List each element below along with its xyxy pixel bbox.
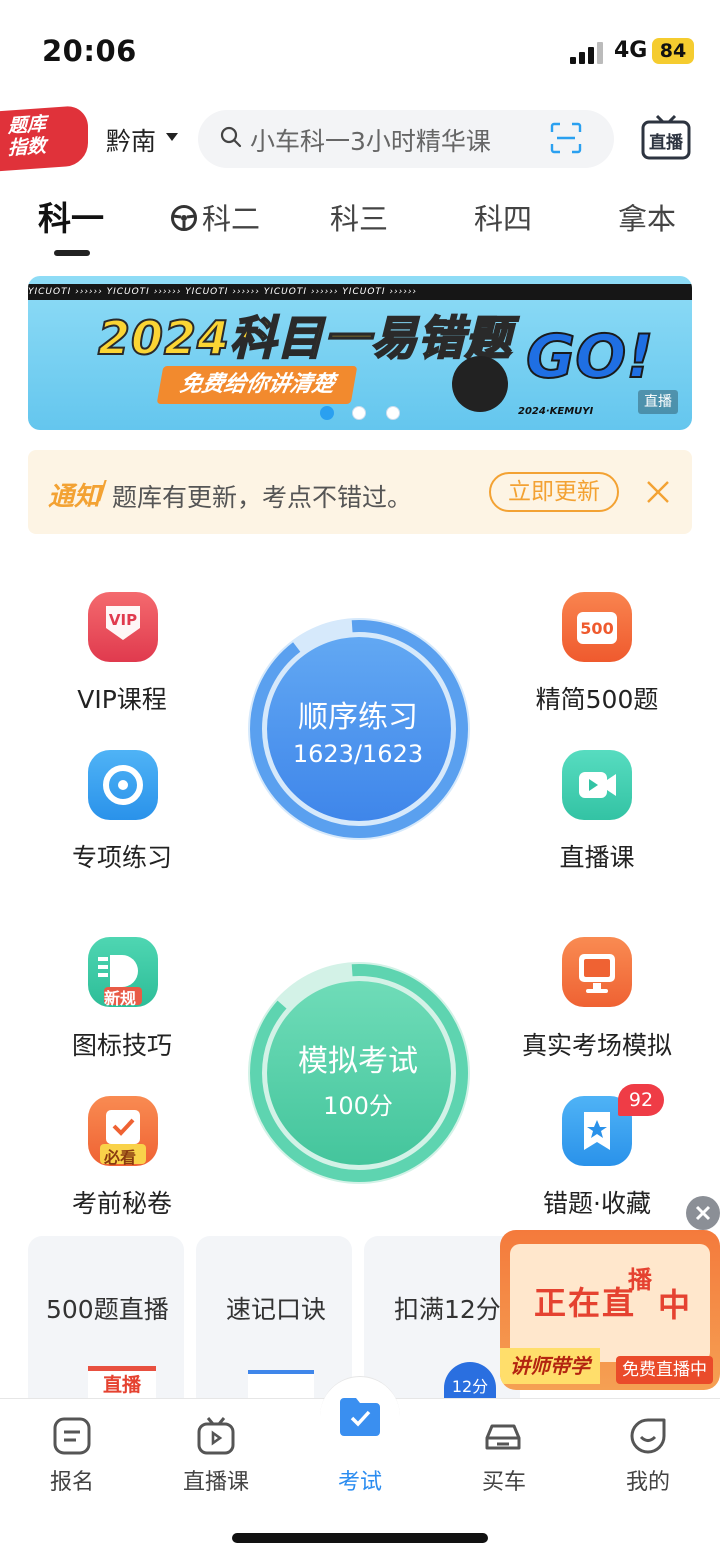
svg-text:VIP: VIP [109,611,137,629]
brand-line2: 指数 [8,134,47,160]
vip-icon[interactable]: VIP [88,592,158,662]
register-icon[interactable] [52,1416,92,1456]
special-practice-label[interactable]: 专项练习 [22,838,222,874]
banner-subtitle: 免费给你讲清楚 [156,366,358,404]
secret-paper-label[interactable]: 考前秘卷 [22,1184,222,1220]
must-read-tag: 必看 [104,1148,137,1167]
exam-score: 100分 [323,1092,393,1120]
brand-badge[interactable]: 题库 指数 [0,104,88,172]
scan-icon[interactable] [549,121,583,155]
live-float-text2: 播 [628,1266,652,1294]
tab-ke1[interactable]: 科一 [38,192,104,240]
carousel-dot[interactable] [320,406,334,420]
tab-register[interactable]: 报名 [22,1464,122,1496]
real-exam-sim-label[interactable]: 真实考场模拟 [497,1026,697,1062]
carousel-dot[interactable] [386,406,400,420]
signal-icon [570,42,604,64]
practice-title: 顺序练习 [298,700,418,735]
exam-title: 模拟考试 [298,1044,418,1079]
500-icon-text: 500 [580,619,613,638]
notice-text: 题库有更新，考点不错过。 [112,483,413,512]
tab-underline [54,250,90,256]
car-icon[interactable] [483,1416,523,1456]
search-icon [220,126,242,148]
tab-ke2[interactable]: 科二 [202,196,260,238]
live-float-widget[interactable]: 正在直 播 中 讲师带学 免费直播中 [500,1230,720,1390]
battery-icon: 84 [652,38,694,64]
profile-icon[interactable] [628,1416,668,1456]
close-icon[interactable] [644,478,672,506]
update-now-button[interactable]: 立即更新 [489,472,619,512]
exam-check-icon[interactable] [336,1392,384,1440]
target-icon[interactable] [88,750,158,820]
hand-gesture-icon [452,356,508,412]
city-selector[interactable]: 黔南 [106,122,156,158]
sign-tips-label[interactable]: 图标技巧 [22,1026,222,1062]
live-top-label: 直播 [649,132,684,153]
tab-ke4[interactable]: 科四 [474,196,532,238]
new-rule-tag: 新规 [104,989,137,1008]
tab-live-course[interactable]: 直播课 [166,1464,266,1496]
tab-buy-car[interactable]: 买车 [454,1464,554,1496]
banner-title: 2024科目一易错题 [97,310,513,366]
practice-progress: 1623/1623 [292,740,424,768]
banner-strip: YICUOTI ›››››› YICUOTI ›››››› YICUOTI ››… [28,284,692,300]
live-course-label[interactable]: 直播课 [497,838,697,874]
live-float-status: 免费直播中 [616,1356,713,1384]
promo-banner[interactable]: YICUOTI ›››››› YICUOTI ›››››› YICUOTI ››… [28,276,692,430]
500-icon[interactable]: 500 [562,592,632,662]
vip-course-label[interactable]: VIP课程 [22,680,222,716]
tab-naben[interactable]: 拿本 [618,196,676,238]
live-float-text3: 中 [658,1286,691,1324]
live-float-text: 正在直 [534,1284,637,1322]
status-time: 20:06 [42,34,137,68]
steering-wheel-icon [171,205,197,231]
banner-live-tag: 直播 [638,390,678,414]
close-float-icon[interactable] [686,1196,720,1230]
card-500-live-title: 500题直播 [46,1295,169,1324]
network-type: 4G [614,38,648,63]
caret-down-icon[interactable] [166,133,178,141]
live-float-tag: 讲师带学 [500,1348,600,1384]
jingjian-500-label[interactable]: 精简500题 [497,680,697,716]
home-indicator [232,1533,488,1543]
card-mnemonic-title: 速记口诀 [226,1295,327,1324]
mistakes-favorites-label[interactable]: 错题·收藏 [497,1184,697,1220]
carousel-dot[interactable] [352,406,366,420]
tab-exam[interactable]: 考试 [310,1464,410,1496]
video-icon[interactable] [562,750,632,820]
notice-slash: / [98,476,107,506]
tv-icon[interactable] [196,1416,236,1456]
tab-ke3[interactable]: 科三 [330,196,388,238]
banner-year-tag: 2024·KEMUYI [518,406,594,417]
mistake-count-badge: 92 [618,1084,664,1116]
notice-tag: 通知 [48,482,101,512]
tab-mine[interactable]: 我的 [598,1464,698,1496]
card-12-points-title: 扣满12分 [394,1295,501,1324]
banner-go: GO! [525,321,655,393]
live-tv-icon[interactable]: 直播 [640,114,692,162]
monitor-icon[interactable] [562,937,632,1007]
search-input[interactable]: 小车科一3小时精华课 [250,122,491,158]
